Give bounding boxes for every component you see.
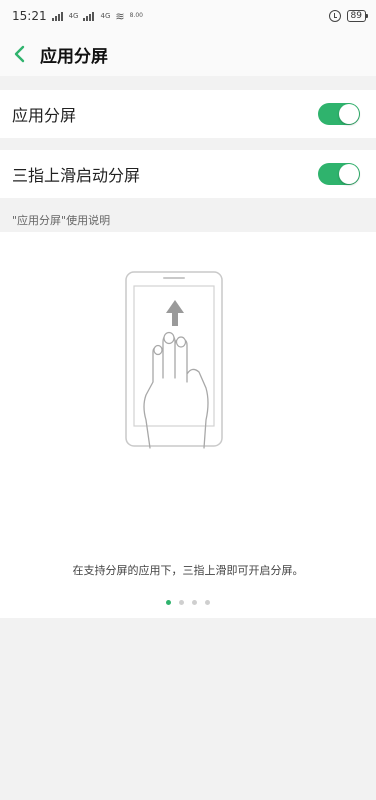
signal-label: 4G — [68, 11, 79, 20]
page-indicator — [0, 600, 376, 605]
status-left: 15:21 4G 4G ≋ 8.00 — [12, 9, 144, 23]
alarm-icon — [328, 10, 341, 22]
guide-card[interactable]: 在支持分屏的应用下，三指上滑即可开启分屏。 — [0, 232, 376, 618]
signal-label: 4G — [100, 11, 111, 20]
status-right: 89 — [328, 10, 369, 22]
guide-description: 在支持分屏的应用下，三指上滑即可开启分屏。 — [72, 564, 304, 577]
page-dot-4[interactable] — [205, 600, 210, 605]
header: 应用分屏 — [0, 32, 376, 76]
page-dot-2[interactable] — [179, 600, 184, 605]
guide-caption: "应用分屏"使用说明 — [12, 214, 111, 227]
setting-row-three-finger-swipe[interactable]: 三指上滑启动分屏 — [0, 150, 376, 198]
setting-label: 应用分屏 — [12, 106, 77, 125]
page-dot-3[interactable] — [192, 600, 197, 605]
wifi-icon: ≋ — [115, 9, 125, 23]
signal-icon — [83, 11, 95, 21]
status-time: 15:21 — [12, 9, 47, 23]
page-title: 应用分屏 — [40, 46, 108, 67]
page-dot-1[interactable] — [166, 600, 171, 605]
setting-row-app-split[interactable]: 应用分屏 — [0, 90, 376, 138]
setting-label: 三指上滑启动分屏 — [12, 166, 141, 185]
app-split-toggle[interactable] — [318, 103, 360, 125]
status-bar: 15:21 4G 4G ≋ 8.00 89 — [0, 0, 376, 32]
signal-icon — [51, 11, 63, 21]
net-speed: 8.00 — [129, 12, 143, 19]
three-finger-swipe-illustration — [125, 271, 223, 449]
chevron-left-icon — [14, 45, 25, 63]
battery-icon: 89 — [346, 10, 369, 22]
three-finger-swipe-toggle[interactable] — [318, 163, 360, 185]
back-button[interactable] — [2, 32, 38, 76]
